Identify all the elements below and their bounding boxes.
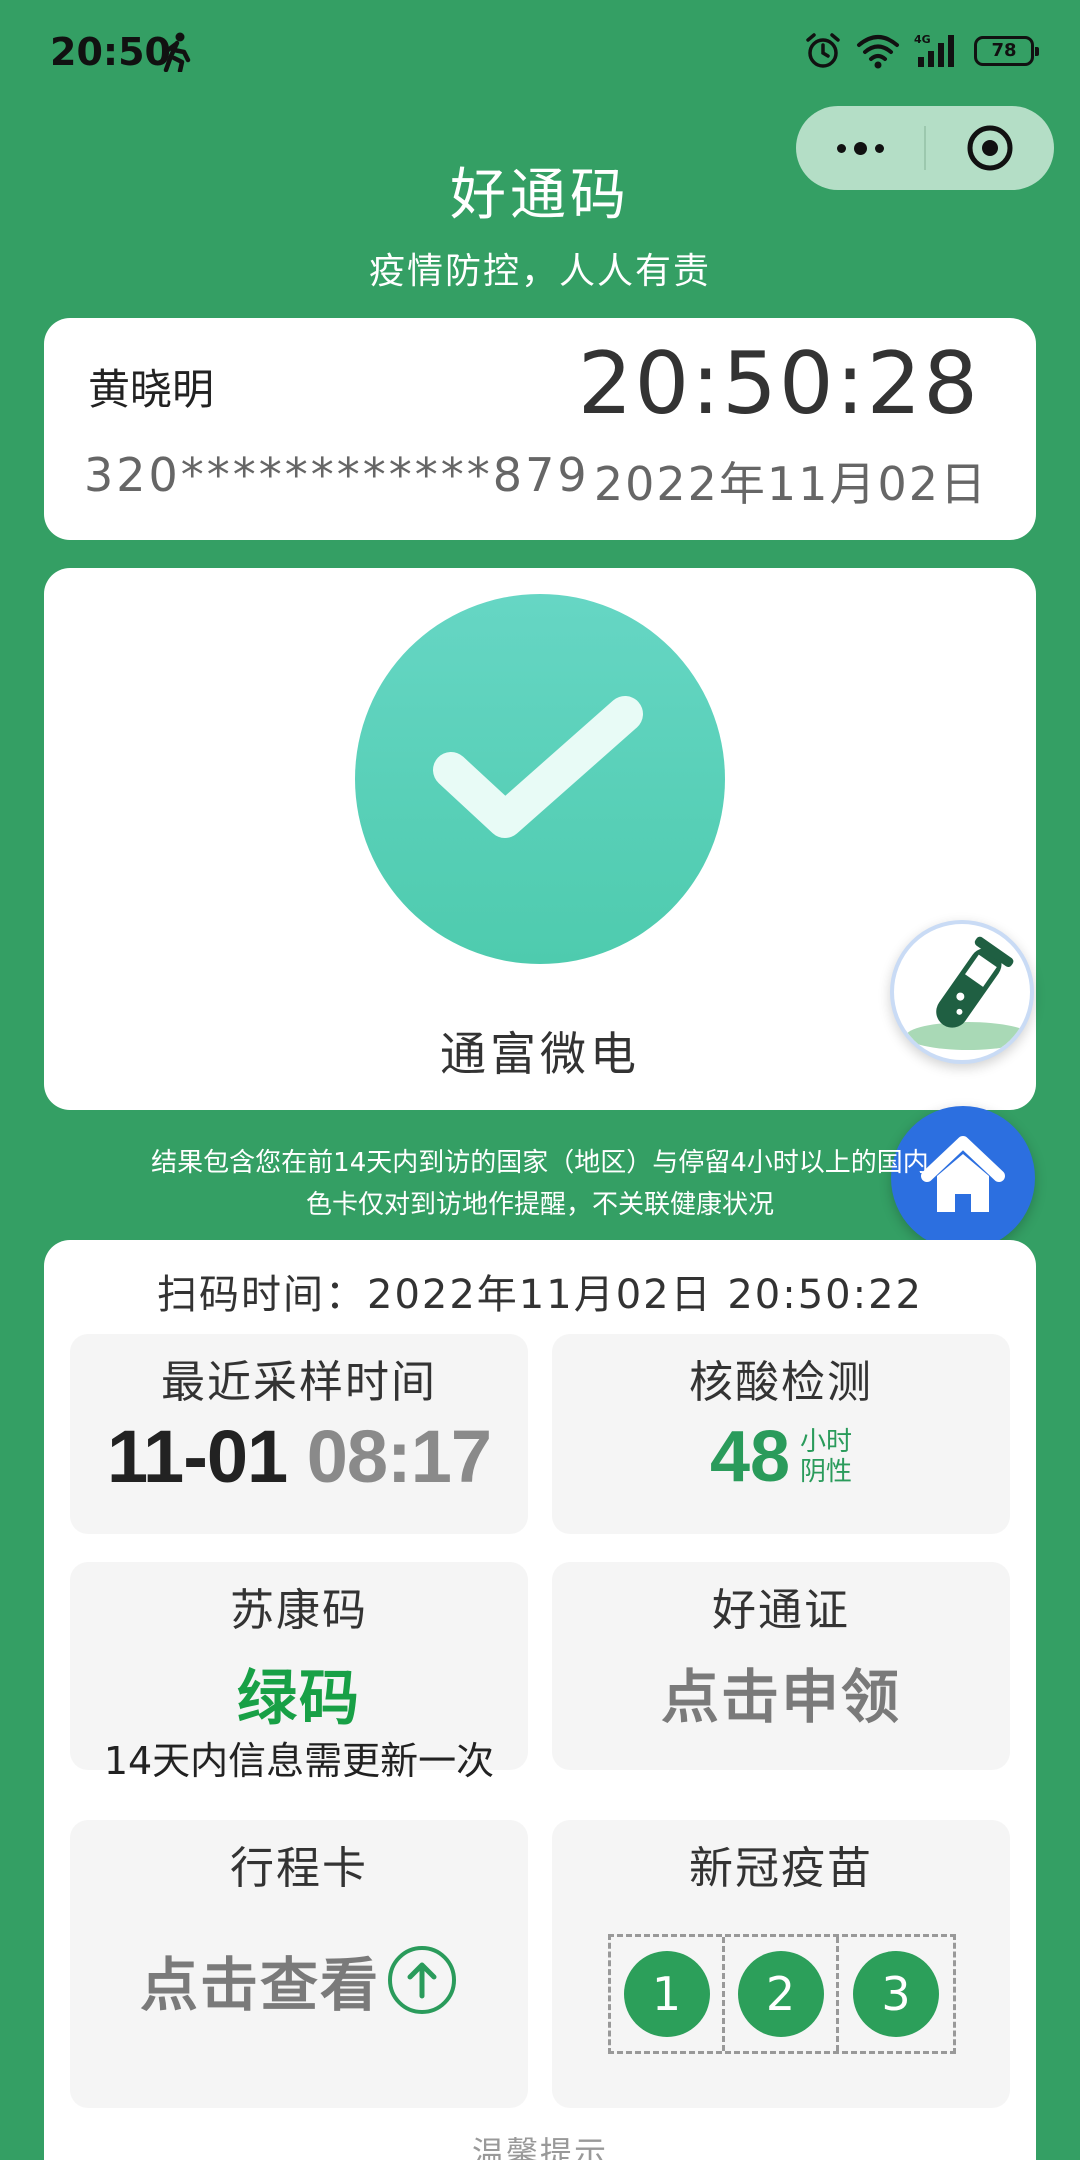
tile-title: 行程卡	[230, 1843, 368, 1894]
nat-hours: 48	[709, 1417, 791, 1497]
tile-title: 最近采样时间	[161, 1357, 437, 1408]
vaccine-tile[interactable]: 新冠疫苗 1 2 3	[552, 1820, 1010, 2108]
dose-slot: 2	[725, 1937, 840, 2051]
sukang-code-tile[interactable]: 苏康码 绿码 14天内信息需更新一次	[70, 1562, 528, 1783]
view-trip-label: 点击查看	[139, 1951, 380, 2019]
dose-badge: 1	[623, 1951, 710, 2037]
wifi-icon	[857, 35, 899, 69]
status-time: 20:50	[50, 30, 171, 74]
identity-card: 黄晓明 320************879 20:50:28 2022年11月…	[44, 318, 1036, 540]
trip-card-tile[interactable]: 行程卡 点击查看	[70, 1820, 528, 2108]
nat-result-label: 阴性	[800, 1457, 853, 1487]
nat-result: 48 小时 阴性	[552, 1416, 1010, 1498]
network-label: 4G	[914, 33, 931, 46]
place-name: 通富微电	[440, 1027, 640, 1081]
nat-test-tile[interactable]: 核酸检测 48 小时 阴性	[552, 1334, 1010, 1534]
sample-datetime: 11-01 08:17	[70, 1414, 528, 1499]
dose-slot: 1	[611, 1937, 726, 2051]
nat-detail: 小时 阴性	[800, 1427, 852, 1487]
update-note: 14天内信息需更新一次	[103, 1739, 495, 1783]
battery-indicator: 78	[974, 36, 1039, 66]
status-icons: 4G 78	[804, 32, 1039, 70]
dose-slot: 3	[839, 1937, 953, 2051]
dose-badge: 3	[853, 1951, 940, 2037]
check-icon	[433, 696, 643, 838]
tile-title: 苏康码	[230, 1585, 368, 1636]
tile-title: 核酸检测	[689, 1357, 873, 1408]
apply-link[interactable]: 点击申领	[552, 1650, 1010, 1734]
notice-text: 结果包含您在前14天内到访的国家（地区）与停留4小时以上的国内 色卡仅对到访地作…	[60, 1142, 1020, 1226]
pass-tile[interactable]: 好通证 点击申领	[552, 1562, 1010, 1770]
arrow-up-circle-icon	[388, 1946, 456, 2014]
walking-icon	[163, 32, 191, 72]
test-tube-button[interactable]	[890, 920, 1034, 1064]
dose-badge: 2	[737, 1951, 824, 2037]
tips-heading: 温馨提示	[471, 2134, 608, 2160]
notice-line: 色卡仅对到访地作提醒，不关联健康状况	[305, 1190, 774, 1220]
signal-icon: 4G	[914, 33, 954, 67]
tile-title: 好通证	[712, 1585, 850, 1636]
alarm-icon	[806, 33, 840, 68]
sample-date: 11-01	[106, 1415, 288, 1498]
health-status-card: 通富微电	[44, 568, 1036, 1110]
vaccine-doses: 1 2 3	[608, 1934, 956, 2054]
live-clock: 20:50:28	[577, 334, 980, 434]
current-date: 2022年11月02日	[593, 457, 988, 511]
page-title: 好通码	[450, 163, 630, 228]
status-bar: 20:50 4G 78	[0, 0, 1080, 110]
nat-unit: 小时	[800, 1427, 853, 1457]
green-status-circle	[355, 594, 725, 964]
view-trip-link[interactable]: 点击查看	[70, 1938, 528, 2022]
sample-clock: 08:17	[306, 1415, 492, 1498]
user-name: 黄晓明	[88, 365, 215, 414]
tile-title: 新冠疫苗	[689, 1843, 873, 1894]
scan-time: 扫码时间：2022年11月02日 20:50:22	[157, 1272, 923, 1318]
id-number: 320************879	[84, 448, 590, 502]
notice-line: 结果包含您在前14天内到访的国家（地区）与停留4小时以上的国内	[151, 1148, 929, 1178]
info-card: 扫码时间：2022年11月02日 20:50:22 最近采样时间 11-01 0…	[44, 1240, 1036, 2160]
sample-time-tile[interactable]: 最近采样时间 11-01 08:17	[70, 1334, 528, 1534]
page-subtitle: 疫情防控，人人有责	[368, 251, 711, 292]
code-status: 绿码	[237, 1664, 361, 1734]
page: 20:50 4G 78 好通码 疫情防控，人人有责 黄晓明 320*******…	[0, 0, 1080, 2160]
